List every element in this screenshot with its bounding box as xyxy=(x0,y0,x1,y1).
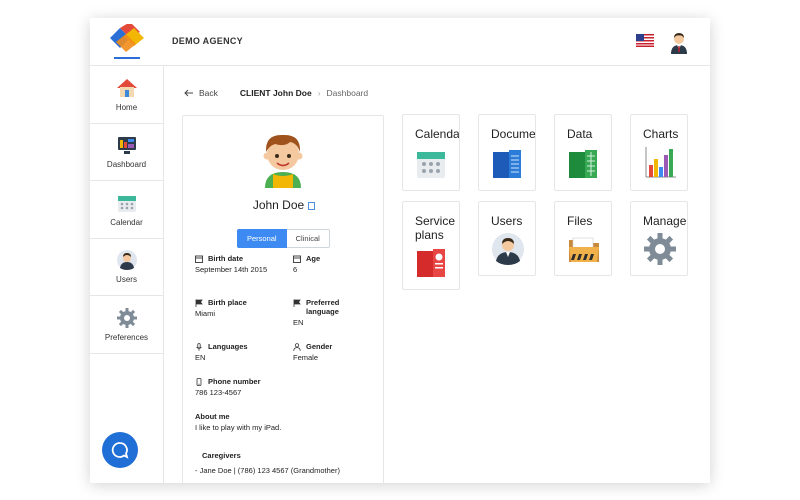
preferred-language-value: EN xyxy=(293,318,304,327)
gender-label: Gender xyxy=(306,342,333,351)
birth-date-value: September 14th 2015 xyxy=(195,265,268,274)
microphone-icon xyxy=(196,343,202,351)
app-window: DEMO AGENCY Home Dashboard Calendar User… xyxy=(90,18,710,483)
tile-label: Data xyxy=(567,127,593,141)
caregiver-item: - Jane Doe | (786) 123 4567 (Grandmother… xyxy=(195,466,340,475)
age-value: 6 xyxy=(293,265,298,274)
languages-field: Languages EN xyxy=(195,342,285,362)
presentation-icon xyxy=(417,249,445,277)
tile-calendar[interactable]: Calenda xyxy=(402,114,460,191)
birth-place-field: Birth place Miami xyxy=(195,298,285,318)
phone-field: Phone number 786 123-4567 xyxy=(195,377,375,397)
sidebar-item-label: Home xyxy=(115,102,138,112)
sidebar-item-users[interactable]: Users xyxy=(90,239,163,296)
age-label: Age xyxy=(306,254,321,263)
preferred-language-label: Preferred language xyxy=(306,298,340,316)
tile-users[interactable]: Users xyxy=(478,201,536,276)
bar-chart-icon xyxy=(645,147,676,178)
tile-label: Charts xyxy=(643,127,679,141)
calendar-icon xyxy=(195,255,203,263)
us-flag-icon[interactable] xyxy=(636,34,654,47)
breadcrumb-client[interactable]: CLIENT John Doe xyxy=(240,88,312,98)
tile-manage[interactable]: Manage xyxy=(630,201,688,276)
documents-icon xyxy=(493,150,521,178)
preferred-language-field: Preferred language EN xyxy=(293,298,373,327)
flag-icon xyxy=(293,299,301,307)
users-icon xyxy=(116,250,137,271)
caregivers-field: Caregivers - Jane Doe | (786) 123 4567 (… xyxy=(195,451,381,475)
profile-tabs: Personal Clinical xyxy=(237,229,330,248)
back-label: Back xyxy=(199,88,218,98)
user-avatar-icon[interactable] xyxy=(668,30,690,54)
about-field: About me I like to play with my iPad. xyxy=(195,412,375,432)
agency-logo[interactable] xyxy=(106,24,148,60)
folder-icon xyxy=(569,237,599,262)
spreadsheet-icon xyxy=(569,150,597,178)
gender-value: Female xyxy=(293,353,319,362)
gender-field: Gender Female xyxy=(293,342,373,362)
tile-data[interactable]: Data xyxy=(554,114,612,191)
phone-value: 786 123-4567 xyxy=(195,388,242,397)
tile-label: Service plans xyxy=(415,214,456,243)
person-icon xyxy=(293,343,301,351)
sidebar-item-label: Dashboard xyxy=(106,160,147,170)
calendar-icon xyxy=(117,195,136,212)
breadcrumb: Back CLIENT John Doe › Dashboard xyxy=(184,88,368,98)
user-icon xyxy=(492,233,524,265)
sidebar-item-preferences[interactable]: Preferences xyxy=(90,296,163,354)
tile-label: Docume xyxy=(491,127,536,141)
arrow-left-icon xyxy=(184,89,193,97)
sidebar-item-label: Calendar xyxy=(110,217,143,227)
breadcrumb-separator: › xyxy=(317,88,321,98)
tile-label: Files xyxy=(567,214,593,228)
birth-date-label: Birth date xyxy=(208,254,244,263)
chat-icon xyxy=(111,442,129,459)
dashboard-icon xyxy=(117,137,136,155)
languages-label: Languages xyxy=(208,342,248,351)
tile-label: Calenda xyxy=(415,127,460,141)
gear-icon xyxy=(644,233,676,265)
phone-label: Phone number xyxy=(208,377,261,386)
age-field: Age 6 xyxy=(293,254,373,274)
birth-place-label: Birth place xyxy=(208,298,247,307)
sidebar-item-calendar[interactable]: Calendar xyxy=(90,181,163,239)
tab-clinical[interactable]: Clinical xyxy=(286,229,330,248)
breadcrumb-current: Dashboard xyxy=(326,88,369,98)
home-icon xyxy=(116,78,137,97)
tab-personal[interactable]: Personal xyxy=(237,229,287,248)
sidebar-item-label: Users xyxy=(116,275,137,285)
tile-charts[interactable]: Charts xyxy=(630,114,688,191)
chat-button[interactable] xyxy=(102,432,138,468)
sidebar-item-dashboard[interactable]: Dashboard xyxy=(90,124,163,181)
profile-name-row: John Doe xyxy=(183,198,385,212)
tile-documents[interactable]: Docume xyxy=(478,114,536,191)
gear-icon xyxy=(116,307,137,328)
caregivers-label: Caregivers xyxy=(202,451,241,460)
document-icon[interactable] xyxy=(308,201,316,210)
agency-name: DEMO AGENCY xyxy=(172,36,243,46)
profile-name: John Doe xyxy=(252,198,305,212)
birth-date-field: Birth date September 14th 2015 xyxy=(195,254,285,274)
child-avatar xyxy=(263,134,303,188)
tile-service-plans[interactable]: Service plans xyxy=(402,201,460,290)
tile-label: Manage xyxy=(643,214,687,228)
profile-card: John Doe Personal Clinical Birth date Se… xyxy=(182,115,384,483)
tile-files[interactable]: Files xyxy=(554,201,612,276)
calendar-icon xyxy=(293,255,301,263)
birth-place-value: Miami xyxy=(195,309,215,318)
languages-value: EN xyxy=(195,353,206,362)
flag-icon xyxy=(195,299,203,307)
sidebar-item-label: Preferences xyxy=(104,332,149,342)
sidebar: Home Dashboard Calendar Users Preference… xyxy=(90,66,164,483)
tile-label: Users xyxy=(491,214,523,228)
top-bar: DEMO AGENCY xyxy=(90,18,710,66)
about-label: About me xyxy=(195,412,230,421)
sidebar-item-home[interactable]: Home xyxy=(90,66,163,124)
about-value: I like to play with my iPad. xyxy=(195,423,282,432)
back-button[interactable]: Back xyxy=(184,88,218,98)
phone-icon xyxy=(196,378,202,386)
calendar-icon xyxy=(417,152,445,178)
